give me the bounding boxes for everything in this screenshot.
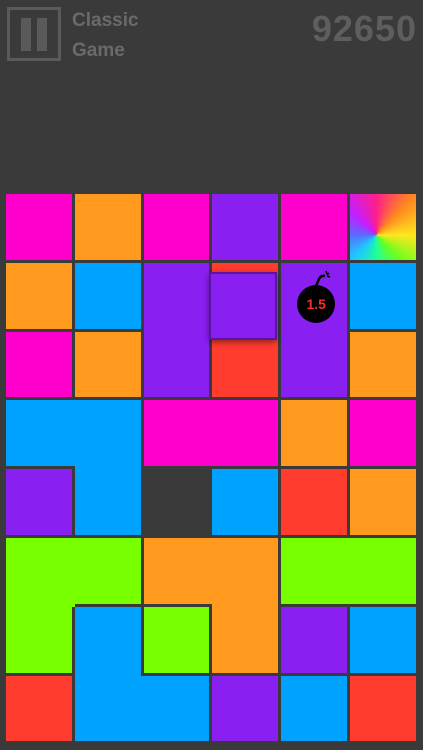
tile[interactable] — [6, 262, 72, 329]
tile[interactable] — [74, 675, 144, 742]
tile[interactable] — [212, 606, 279, 673]
tile[interactable] — [350, 400, 416, 467]
pause-button[interactable] — [7, 7, 61, 61]
empty-cell — [143, 469, 210, 535]
tile[interactable] — [281, 469, 347, 535]
tile[interactable] — [143, 675, 210, 742]
tile[interactable] — [281, 675, 347, 742]
tile[interactable] — [143, 606, 210, 673]
tile[interactable] — [143, 194, 210, 260]
pause-icon-bar — [37, 18, 47, 51]
tile[interactable] — [6, 606, 72, 673]
tile[interactable] — [74, 538, 141, 604]
tile[interactable] — [212, 538, 279, 607]
tile[interactable] — [281, 606, 347, 673]
dragged-tile[interactable] — [209, 271, 278, 340]
bomb-icon[interactable]: 1.5 — [297, 284, 336, 323]
tile[interactable] — [350, 262, 416, 329]
tile[interactable] — [74, 331, 141, 398]
tile[interactable] — [6, 194, 72, 260]
tile[interactable] — [350, 538, 416, 604]
tile[interactable] — [350, 331, 416, 398]
tile[interactable] — [6, 675, 72, 742]
tile[interactable] — [6, 400, 75, 467]
game-board[interactable]: 1.5 — [6, 194, 419, 745]
rainbow-tile[interactable] — [350, 194, 416, 260]
tile[interactable] — [143, 262, 210, 332]
tile[interactable] — [74, 469, 141, 535]
tile[interactable] — [281, 331, 347, 398]
tile[interactable] — [143, 331, 210, 398]
tile[interactable] — [281, 538, 350, 604]
tile[interactable] — [350, 469, 416, 535]
tile[interactable] — [74, 606, 141, 676]
tile[interactable] — [6, 331, 72, 398]
tile[interactable] — [212, 194, 279, 260]
tile[interactable] — [212, 400, 279, 467]
tile[interactable] — [212, 469, 279, 535]
tile[interactable] — [74, 262, 141, 329]
tile[interactable] — [212, 675, 279, 742]
tile[interactable] — [281, 194, 347, 260]
tile[interactable] — [74, 400, 141, 470]
tile[interactable] — [6, 469, 72, 535]
game-mode-label-line2: Game — [72, 40, 125, 61]
tile[interactable] — [143, 400, 213, 467]
tile[interactable] — [143, 538, 213, 604]
tile[interactable] — [350, 606, 416, 673]
pause-icon — [21, 18, 31, 51]
tile[interactable] — [6, 538, 75, 607]
tile[interactable] — [74, 194, 141, 260]
game-mode-label: Classic — [72, 10, 139, 31]
tile[interactable] — [350, 675, 416, 742]
tile[interactable] — [212, 331, 279, 398]
tile[interactable] — [281, 400, 347, 467]
score-display: 92650 — [311, 8, 417, 49]
